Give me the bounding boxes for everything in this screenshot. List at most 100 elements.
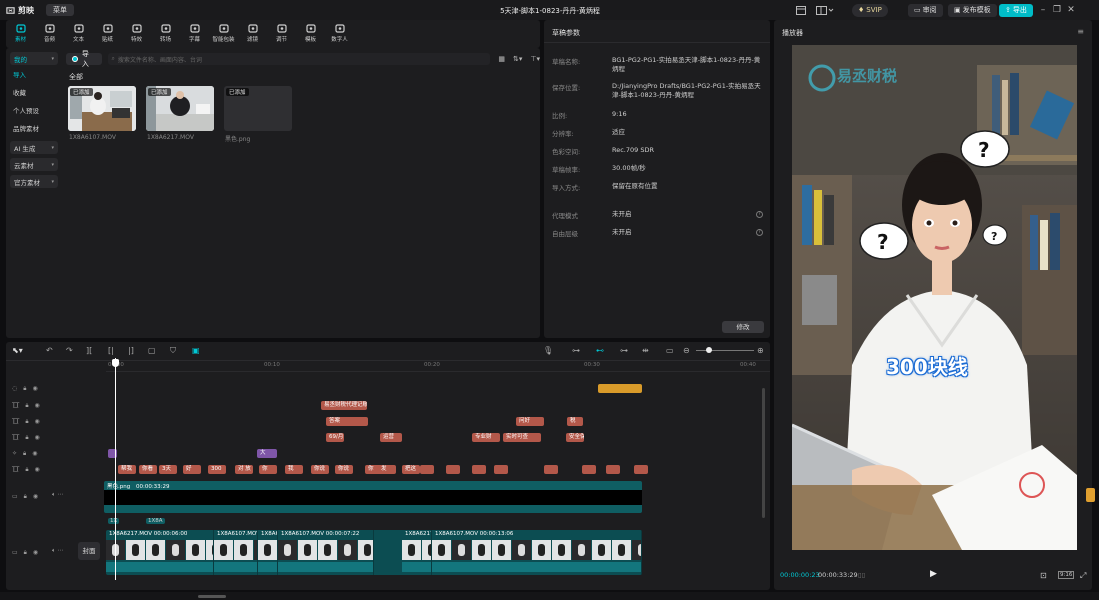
ai-tool-icon[interactable]: ▣	[192, 346, 200, 355]
side-tab-icon[interactable]	[1086, 488, 1095, 502]
review-button[interactable]: ▭ 审阅	[908, 3, 943, 17]
screenshot-icon[interactable]: ⊡	[1040, 571, 1047, 580]
main-track-clip[interactable]: 1X8A6	[258, 530, 278, 575]
tool-template[interactable]: 模板	[296, 20, 325, 46]
caption-clip[interactable]: 3天	[159, 465, 177, 474]
sidebar-item-2[interactable]: 收藏	[6, 83, 62, 101]
zoom-out-icon[interactable]: ⊖	[683, 346, 690, 355]
eye-icon[interactable]: ◉	[35, 418, 40, 425]
text-clip[interactable]: 安全保	[566, 433, 584, 442]
small-clip-label[interactable]: 1X	[108, 518, 120, 524]
video-preview[interactable]: ? ? ? 易丞财税 300块线	[792, 45, 1077, 550]
caption-clip[interactable]: 你看	[139, 465, 157, 474]
track-more-icon[interactable]: 🔈︎ ⋯	[52, 547, 64, 555]
sidebar-group-5[interactable]: AI 生成 ▾	[10, 141, 58, 154]
minimize-icon[interactable]: –	[1036, 5, 1050, 15]
ratio-button[interactable]: 9:16	[1058, 571, 1075, 579]
fullscreen-icon[interactable]: ⤢	[1080, 571, 1086, 581]
main-video-track[interactable]: 1X8A6217.MOV 00:00:06:00 1X8A6107.MOV 1X8…	[106, 530, 642, 575]
caption-clip[interactable]	[472, 465, 486, 474]
close-icon[interactable]: ✕	[1064, 5, 1078, 15]
zoom-in-icon[interactable]: ⊕	[757, 346, 764, 355]
lock-icon[interactable]: 🔒︎	[24, 493, 27, 501]
delete-icon[interactable]: ▢	[148, 346, 156, 355]
cover-button[interactable]: 封面	[78, 542, 100, 560]
eye-icon[interactable]: ◉	[35, 466, 40, 473]
eye-icon[interactable]: ◉	[32, 450, 37, 457]
text-clip[interactable]: 运营	[380, 433, 402, 442]
sidebar-item-4[interactable]: 品牌素材	[6, 119, 62, 137]
eye-icon[interactable]: ◉	[33, 493, 38, 500]
player-menu-icon[interactable]: ≡	[1077, 27, 1084, 36]
zoom-slider-handle[interactable]	[706, 347, 712, 353]
eye-icon[interactable]: ◉	[35, 402, 40, 409]
text-clip[interactable]: 易丞财税代理记账	[321, 401, 367, 410]
grid-view-icon[interactable]: ▦	[498, 55, 505, 63]
snap-icon[interactable]: ⊷	[596, 346, 604, 355]
caption-clip[interactable]: 你	[259, 465, 277, 474]
tool-adjust[interactable]: 调节	[267, 20, 296, 46]
time-ruler[interactable]: 00:0000:1000:2000:3000:40	[106, 360, 770, 372]
tool-audio[interactable]: 音频	[35, 20, 64, 46]
media-thumb-3[interactable]: 已添加	[224, 86, 292, 131]
caption-clip[interactable]: 帮我	[118, 465, 136, 474]
search-input[interactable]: ⌕ 搜索文件名称、画面内容、台词	[107, 53, 491, 65]
eye-icon[interactable]: ◉	[35, 434, 40, 441]
tool-effects[interactable]: 特效	[122, 20, 151, 46]
small-clip-label[interactable]: 1X8A	[146, 518, 165, 524]
timecode-format-icon[interactable]: ▯▯	[858, 571, 865, 579]
caption-clip[interactable]: 我	[285, 465, 303, 474]
bottom-scrollbar[interactable]	[0, 592, 1099, 600]
caption-clip[interactable]: 300	[208, 465, 226, 474]
chain-icon[interactable]: ⊶	[620, 346, 628, 355]
lock-icon[interactable]: 🔒︎	[25, 402, 28, 410]
svip-button[interactable]: ♦ SVIP	[852, 3, 888, 17]
text-clip[interactable]: 专业财	[472, 433, 500, 442]
link-icon[interactable]: ⊶	[572, 346, 580, 355]
caption-clip[interactable]	[582, 465, 596, 474]
timeline-vertical-scrollbar[interactable]	[762, 388, 765, 518]
tool-smart-pack[interactable]: 智能包装	[209, 20, 238, 46]
media-thumb-2[interactable]: 已添加	[146, 86, 214, 131]
shield-icon[interactable]: ⛉	[170, 346, 176, 356]
microphone-icon[interactable]: 🎙	[543, 346, 553, 355]
play-icon[interactable]: ▶	[930, 569, 937, 579]
select-tool-icon[interactable]: ⬉▾	[12, 346, 23, 355]
sidebar-group-6[interactable]: 云素材 ▾	[10, 158, 58, 171]
preview-axis-icon[interactable]: ▭	[666, 346, 674, 355]
main-track-clip[interactable]: 1X8A6107.MOV	[214, 530, 258, 575]
modify-button[interactable]: 修改	[722, 321, 764, 333]
lock-icon[interactable]: 🔒︎	[25, 466, 28, 474]
help-icon[interactable]: ?	[756, 211, 763, 218]
tool-digital-human[interactable]: 数字人	[325, 20, 354, 46]
export-button[interactable]: ⇪ 导出	[999, 3, 1033, 17]
caption-clip[interactable]: 对 放	[235, 465, 253, 474]
tool-caption[interactable]: 字幕	[180, 20, 209, 46]
lock-icon[interactable]: 🔒︎	[23, 450, 26, 458]
menu-button[interactable]: 菜单	[46, 4, 74, 16]
caption-clip[interactable]: 你说	[311, 465, 329, 474]
text-clip[interactable]: 69/月	[326, 433, 344, 442]
sidebar-group-7[interactable]: 官方素材 ▾	[10, 175, 58, 188]
maximize-icon[interactable]: ❐	[1050, 5, 1064, 15]
tool-transition[interactable]: 转场	[151, 20, 180, 46]
caption-clip[interactable]	[494, 465, 508, 474]
lock-icon[interactable]: 🔒︎	[23, 385, 26, 393]
caption-clip[interactable]: 把这	[402, 465, 420, 474]
playhead-handle[interactable]	[112, 359, 119, 367]
lock-icon[interactable]: 🔒︎	[25, 434, 28, 442]
eye-icon[interactable]: ◉	[33, 549, 38, 556]
sidebar-group-0[interactable]: 我的 ▾	[10, 52, 58, 65]
help-icon[interactable]: ?	[756, 229, 763, 236]
split-right-icon[interactable]: |]	[128, 346, 134, 355]
main-track-clip[interactable]: 1X8A6107.MOV 00:00:07:22	[278, 530, 374, 575]
main-track-clip[interactable]: 1X8A6107.MOV 00:00:13:06	[432, 530, 642, 575]
text-clip[interactable]: 问好	[516, 417, 544, 426]
caption-clip[interactable]: 好	[183, 465, 201, 474]
split-left-icon[interactable]: [|	[108, 346, 114, 355]
caption-clip[interactable]	[420, 465, 434, 474]
tool-sticker[interactable]: 贴纸	[93, 20, 122, 46]
caption-clip[interactable]	[606, 465, 620, 474]
sidebar-item-3[interactable]: 个人预设	[6, 101, 62, 119]
tool-media[interactable]: 素材	[6, 20, 35, 46]
